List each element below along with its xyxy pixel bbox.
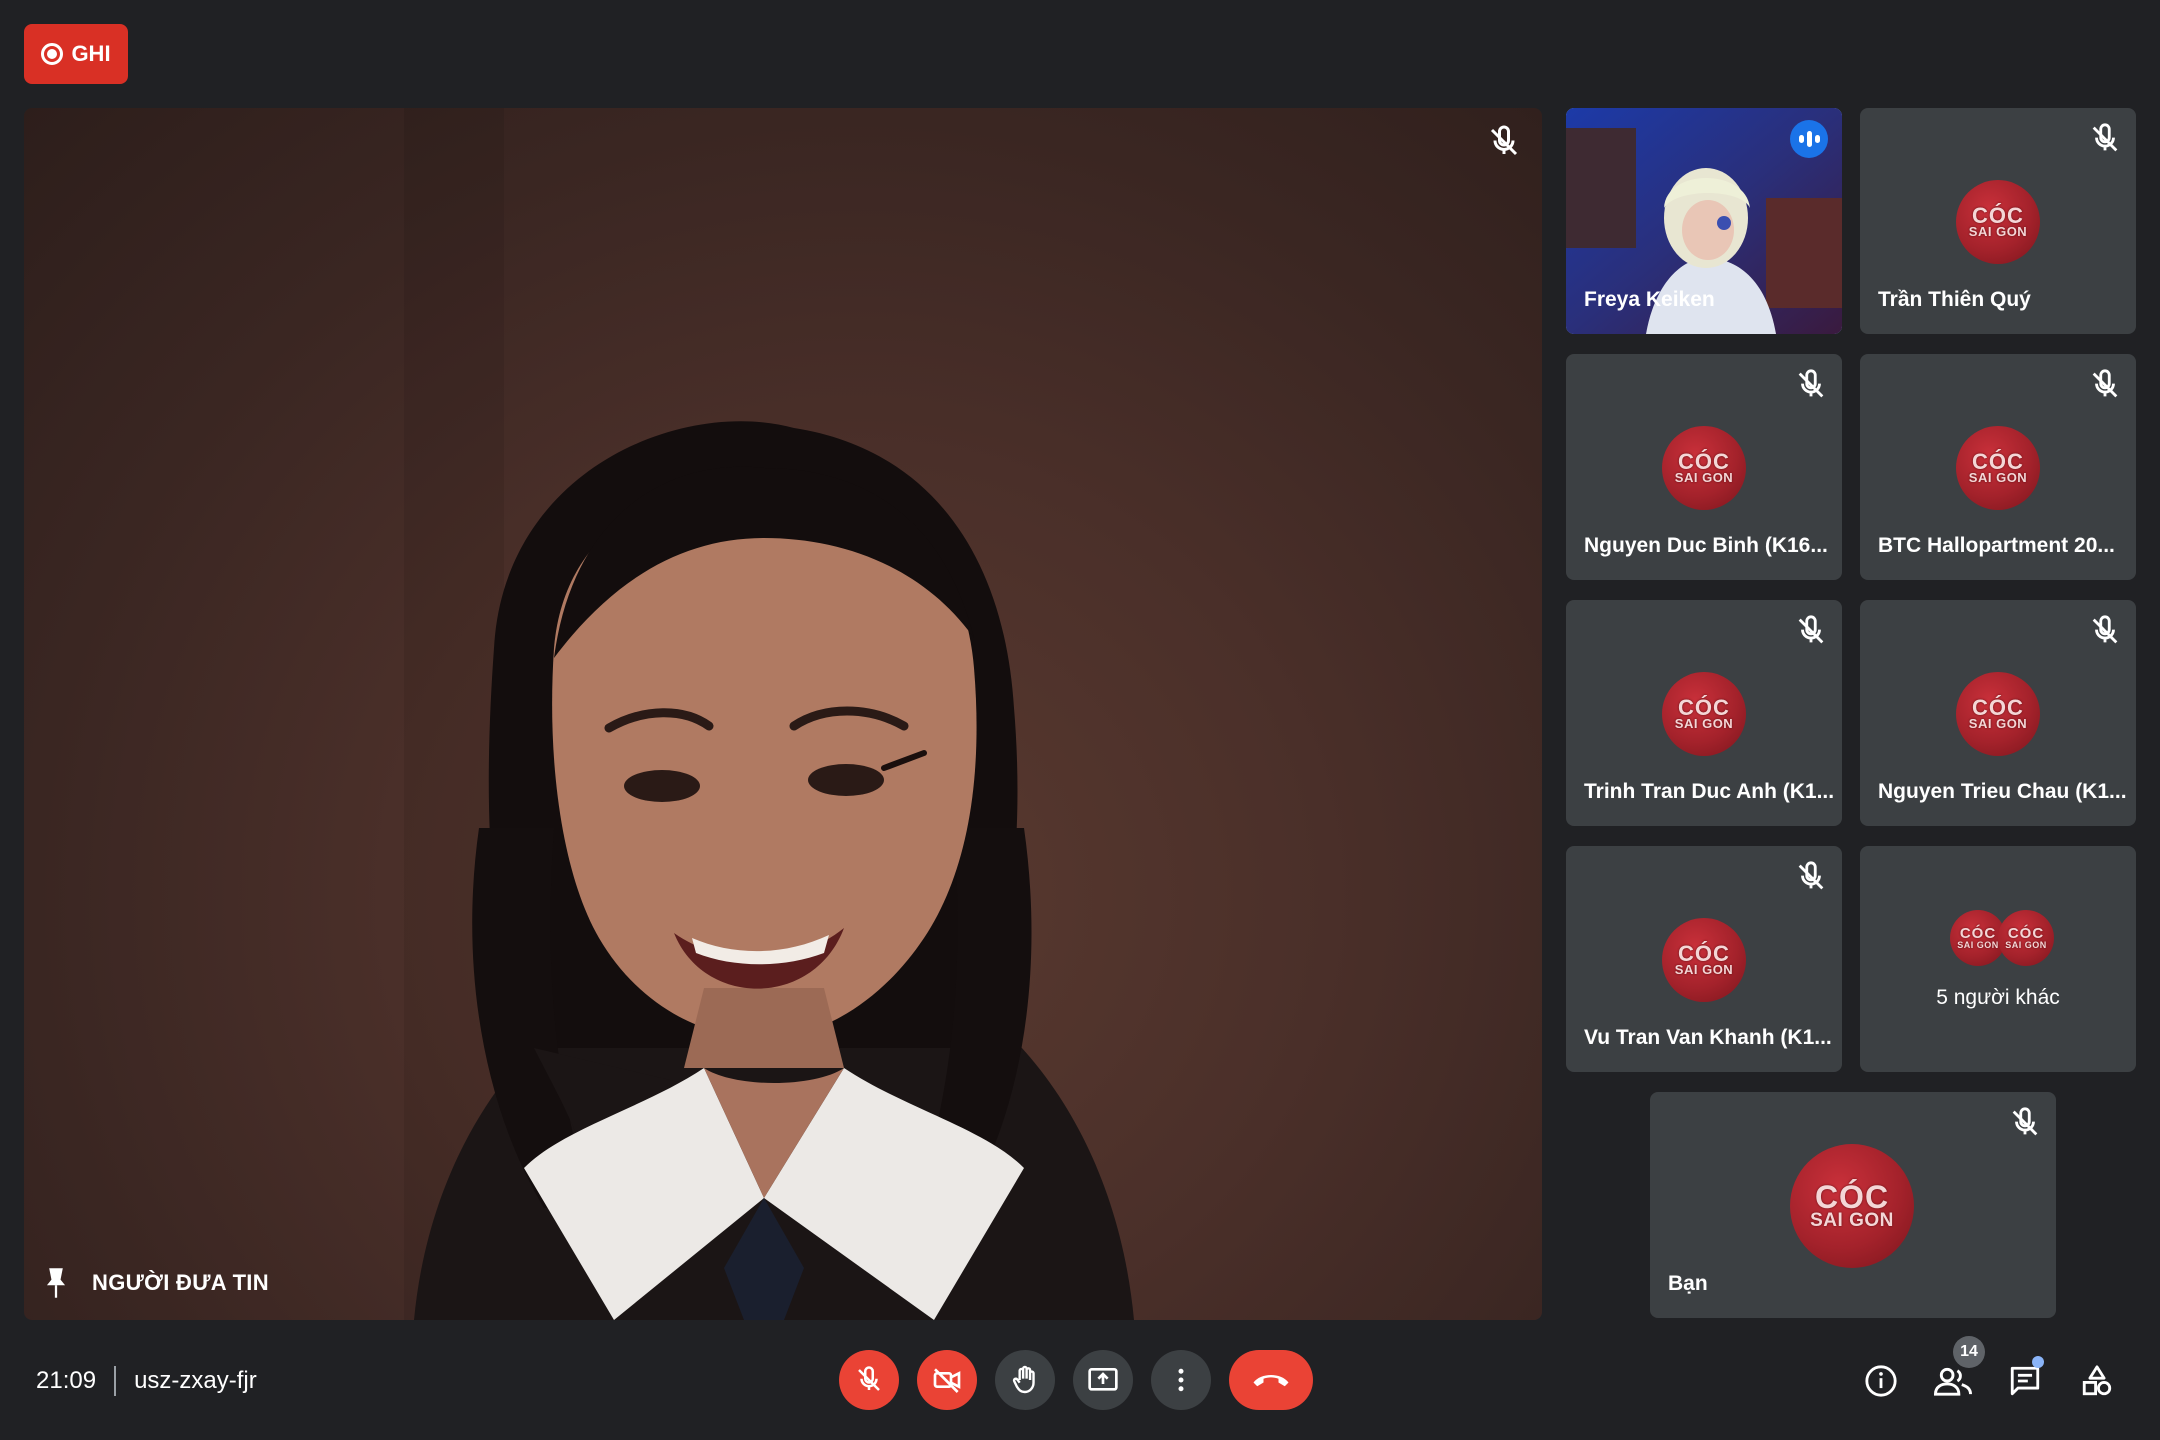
participants-count-badge: 14 xyxy=(1953,1336,1985,1368)
avatar: CÓC SAI GON xyxy=(1956,672,2040,756)
bottom-bar: 21:09 usz-zxay-fjr 14 xyxy=(0,1320,2160,1440)
others-tile[interactable]: CÓC SAI GON CÓC SAI GON 5 người khác xyxy=(1860,846,2136,1072)
mic-off-icon xyxy=(2092,615,2118,644)
avatar: CÓC SAI GON xyxy=(1998,910,2054,966)
more-options-button[interactable] xyxy=(1151,1350,1211,1410)
participant-tile[interactable]: CÓC SAI GON Trần Thiên Quý xyxy=(1860,108,2136,334)
hang-up-icon xyxy=(1253,1375,1289,1387)
presenter-figure xyxy=(414,421,1134,1320)
chat-icon xyxy=(2010,1366,2040,1396)
pin-row: NGƯỜI ĐƯA TIN xyxy=(42,1266,269,1300)
activities-button[interactable] xyxy=(2076,1360,2118,1402)
mic-off-icon xyxy=(2092,369,2118,398)
record-label: GHI xyxy=(71,41,111,66)
speaking-indicator xyxy=(1790,120,1828,158)
people-icon xyxy=(1934,1367,1972,1396)
avatar: CÓC SAI GON xyxy=(1956,180,2040,264)
main-video[interactable]: NGƯỜI ĐƯA TIN xyxy=(24,108,1542,1320)
meeting-info-button[interactable] xyxy=(1860,1360,1902,1402)
more-vert-icon xyxy=(1178,1368,1184,1392)
participant-name: BTC Hallopartment 20... xyxy=(1878,534,2115,557)
mic-toggle-button[interactable] xyxy=(839,1350,899,1410)
mic-off-icon xyxy=(2092,123,2118,152)
mic-off-icon xyxy=(858,1366,880,1391)
leave-call-button[interactable] xyxy=(1229,1350,1313,1410)
present-screen-button[interactable] xyxy=(1073,1350,1133,1410)
participant-tile[interactable]: CÓC SAI GON Nguyen Duc Binh (K16... xyxy=(1566,354,1842,580)
camera-toggle-button[interactable] xyxy=(917,1350,977,1410)
participant-tile[interactable]: CÓC SAI GON Vu Tran Van Khanh (K1... xyxy=(1566,846,1842,1072)
mic-off-icon xyxy=(1798,369,1824,398)
mic-off-icon xyxy=(1798,861,1824,890)
participant-name: Trần Thiên Quý xyxy=(1878,288,2031,311)
meeting-code: usz-zxay-fjr xyxy=(134,1367,257,1394)
pin-icon[interactable] xyxy=(42,1266,70,1300)
avatar: CÓC SAI GON xyxy=(1790,1144,1914,1268)
participant-name: Nguyen Duc Binh (K16... xyxy=(1584,534,1828,557)
participant-name: Trinh Tran Duc Anh (K1... xyxy=(1584,780,1835,803)
avatar: CÓC SAI GON xyxy=(1956,426,2040,510)
participant-name: Freya Keiken xyxy=(1584,288,1715,311)
presenter-label: NGƯỜI ĐƯA TIN xyxy=(92,1270,269,1295)
camera-off-icon xyxy=(933,1368,961,1393)
self-tile[interactable]: CÓC SAI GON Bạn xyxy=(1650,1092,2056,1318)
avatar: CÓC SAI GON xyxy=(1662,426,1746,510)
mic-off-icon xyxy=(2012,1107,2038,1136)
chat-notification-dot xyxy=(2032,1356,2044,1368)
record-button[interactable]: GHI xyxy=(24,24,128,84)
participant-tile[interactable]: CÓC SAI GON Nguyen Trieu Chau (K1... xyxy=(1860,600,2136,826)
others-count-label: 5 người khác xyxy=(1936,986,2060,1009)
info-icon xyxy=(1865,1365,1897,1397)
mic-off-icon xyxy=(1490,125,1518,156)
avatar: CÓC SAI GON xyxy=(1662,918,1746,1002)
avatar: CÓC SAI GON xyxy=(1662,672,1746,756)
participant-tile[interactable]: CÓC SAI GON Trinh Tran Duc Anh (K1... xyxy=(1566,600,1842,826)
meeting-details: 21:09 usz-zxay-fjr xyxy=(36,1366,257,1396)
self-name: Bạn xyxy=(1668,1272,1708,1295)
participant-name: Nguyen Trieu Chau (K1... xyxy=(1878,780,2127,803)
participant-tile[interactable]: CÓC SAI GON BTC Hallopartment 20... xyxy=(1860,354,2136,580)
raise-hand-button[interactable] xyxy=(995,1350,1055,1410)
record-icon xyxy=(41,43,64,65)
present-screen-icon xyxy=(1088,1368,1118,1391)
mic-off-icon xyxy=(1798,615,1824,644)
activities-icon xyxy=(2082,1365,2112,1396)
participant-tile[interactable]: Freya Keiken xyxy=(1566,108,1842,334)
hand-icon xyxy=(1012,1365,1035,1394)
clock-time: 21:09 xyxy=(36,1367,97,1394)
participant-name: Vu Tran Van Khanh (K1... xyxy=(1584,1026,1832,1049)
